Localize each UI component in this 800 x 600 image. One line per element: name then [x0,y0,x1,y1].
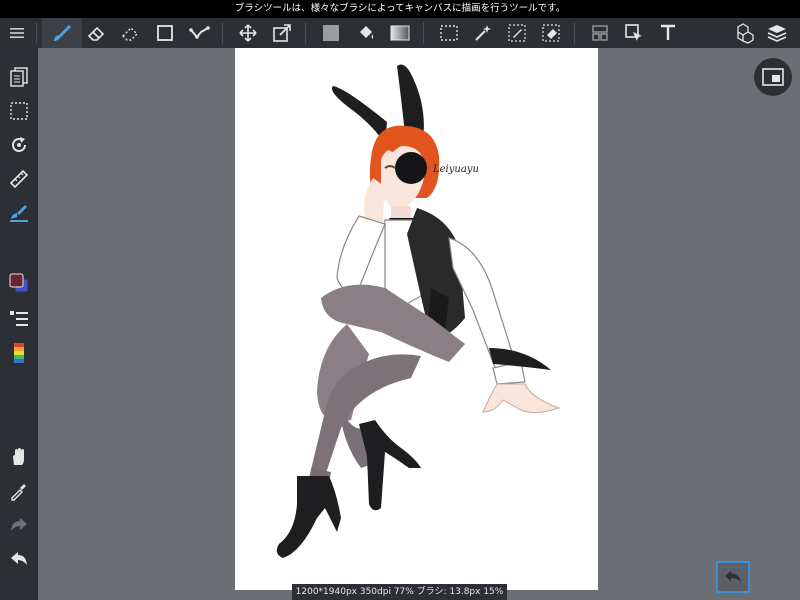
brush-tool-button[interactable] [45,18,79,48]
ruler-button[interactable] [0,164,38,194]
eyedropper-button[interactable] [0,476,38,506]
layers-icon [767,25,787,42]
color-palette-button[interactable] [0,338,38,368]
select-eraser-button[interactable] [534,18,568,48]
move-tool-button[interactable] [231,18,265,48]
toolbar-divider [423,22,424,44]
material-button[interactable] [726,18,760,48]
brush-tool-icon [54,25,71,41]
select-rect-button[interactable] [432,18,466,48]
hand-tool-button[interactable] [0,442,38,472]
select-rect-icon [440,25,458,41]
magic-wand-icon [475,25,491,41]
canvas-info-text: 1200*1940px 350dpi 77% ブラシ: 13.8px 15% [295,587,504,597]
toolbar-divider [305,22,306,44]
select-layer-button[interactable] [583,18,617,48]
undo-icon [725,571,741,582]
fill-color-icon [323,25,339,41]
gradient-tool-icon [390,25,410,41]
bunny-ear-left [331,86,387,144]
polyline-tool-button[interactable] [183,18,217,48]
text-tool-icon [661,24,675,40]
tool-hint-text: ブラシツールは、様々なブラシによってキャンバスに描画を行うツールです。 [234,3,566,14]
text-tool-button[interactable] [651,18,685,48]
shape-tool-icon [157,25,173,41]
fill-color-button[interactable] [314,18,348,48]
operation-tool-icon [625,24,642,41]
brush-settings-icon [10,205,28,222]
ruler-icon [9,169,29,189]
eraser-tool-icon [87,26,105,41]
drawing-canvas[interactable]: Leiyuayu [235,48,598,590]
layer-list-button[interactable] [0,304,38,334]
magic-wand-button[interactable] [466,18,500,48]
color-swatch-icon [9,273,29,293]
hand-resting [482,383,561,414]
shape-tool-button[interactable] [148,18,182,48]
material-icon [737,23,754,44]
layers-button[interactable] [760,18,794,48]
brush-settings-button[interactable] [0,198,38,228]
menu-icon [10,28,24,38]
rotate-canvas-icon [12,137,26,152]
blur-eraser-tool-icon [122,27,138,41]
polyline-tool-icon [189,26,210,39]
menu-button[interactable] [0,18,34,48]
selection-button[interactable] [0,96,38,126]
blur-eraser-tool-button[interactable] [113,18,147,48]
canvas-status-bar: 1200*1940px 350dpi 77% ブラシ: 13.8px 15% [292,584,507,600]
page-manager-icon [10,67,28,87]
selection-icon [10,102,28,120]
page-manager-button[interactable] [0,62,38,92]
character-illustration: Leiyuayu [276,64,561,558]
navigator-button[interactable] [754,58,792,96]
transform-tool-icon [273,24,291,42]
eyedropper-icon [11,484,26,501]
left-sidebar [0,48,38,600]
rotate-canvas-button[interactable] [0,130,38,160]
eyepatch [395,152,427,184]
transform-tool-button[interactable] [265,18,299,48]
shoe-lower [276,476,341,558]
color-palette-icon [14,343,24,363]
hand-tool-icon [13,448,24,465]
layer-list-icon [10,311,28,326]
undo-button[interactable] [0,544,38,574]
select-layer-icon [592,25,608,41]
shoe-upper [359,420,421,511]
navigator-icon [762,68,784,86]
select-eraser-icon [542,24,560,42]
toolbar-divider [574,22,575,44]
bucket-tool-button[interactable] [349,18,383,48]
top-toolbar [0,18,800,48]
gradient-tool-button[interactable] [383,18,417,48]
neck [391,206,411,220]
operation-tool-button[interactable] [617,18,651,48]
tool-hint-bar: ブラシツールは、様々なブラシによってキャンバスに描画を行うツールです。 [0,0,800,18]
select-pen-button[interactable] [500,18,534,48]
bucket-tool-icon [360,26,374,39]
undo-icon [11,552,27,565]
redo-icon [11,518,27,531]
toolbar-divider [222,22,223,44]
shirt-sleeve-left [336,215,386,292]
move-tool-icon [239,24,257,42]
redo-button[interactable] [0,510,38,540]
artist-signature: Leiyuayu [432,164,479,175]
floating-undo-button[interactable] [716,561,750,593]
color-swatch-button[interactable] [0,268,38,298]
eraser-tool-button[interactable] [79,18,113,48]
select-pen-icon [508,24,526,42]
toolbar-divider [36,22,37,44]
